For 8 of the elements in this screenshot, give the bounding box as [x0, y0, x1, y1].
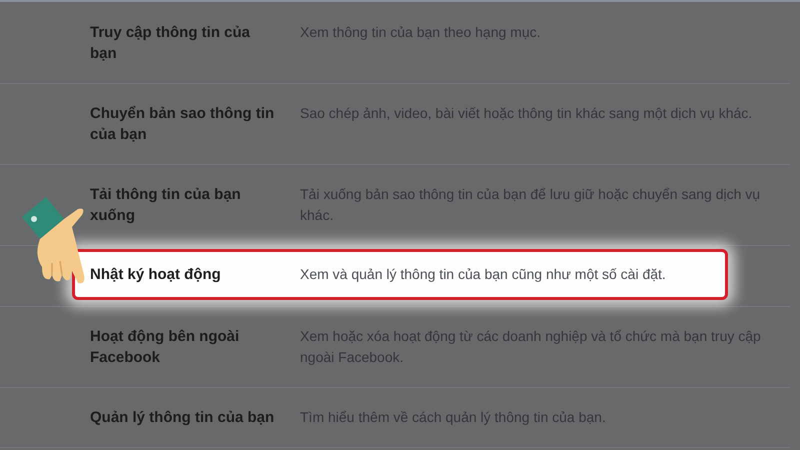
setting-description: Xem và quản lý thông tin của bạn cũng như một số cài đặt. [300, 265, 666, 284]
setting-title[interactable]: Nhật ký hoạt động [90, 264, 276, 285]
highlighted-settings-row[interactable]: Nhật ký hoạt động Xem và quản lý thông tin của bạn cũng như một số cài đặt. [72, 249, 728, 300]
setting-title[interactable]: Quản lý thông tin của bạn [90, 407, 276, 428]
setting-title[interactable]: Chuyển bản sao thông tin của bạn [90, 103, 276, 145]
setting-title[interactable]: Truy cập thông tin của bạn [90, 22, 276, 64]
setting-title[interactable]: Tải thông tin của bạn xuống [90, 184, 276, 226]
setting-title[interactable]: Hoạt động bên ngoài Facebook [90, 326, 276, 368]
